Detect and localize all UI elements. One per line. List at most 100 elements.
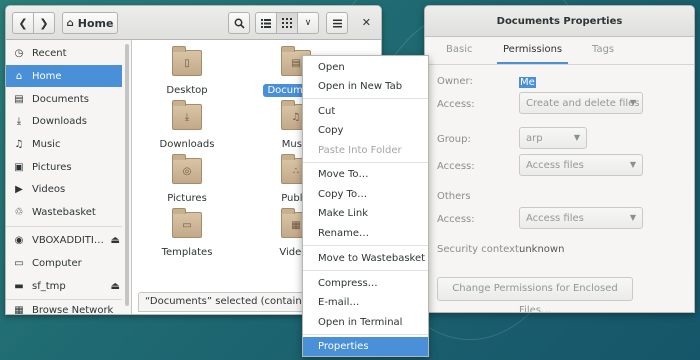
sidebar-item-label: Videos [32, 183, 66, 195]
tab-permissions[interactable]: Permissions [497, 44, 569, 64]
file-label: Desktop [166, 85, 208, 96]
sidebar-item-label: Recent [32, 47, 67, 59]
menu-item-move-to-wastebasket[interactable]: Move to Wastebasket [303, 249, 428, 268]
sidebar-item-label: VBOXADDITI… [32, 234, 104, 246]
list-view-icon [261, 18, 271, 28]
location-label: Home [77, 16, 114, 30]
menu-separator [303, 334, 428, 335]
list-view-button[interactable] [255, 12, 277, 34]
close-icon: ✕ [361, 16, 371, 29]
location-home-button[interactable]: ⌂ Home [62, 12, 118, 34]
close-window-button[interactable]: ✕ [362, 16, 371, 29]
home-icon: ⌂ [66, 17, 74, 29]
sidebar-item-browse-network[interactable]: ▦ Browse Network [6, 299, 122, 315]
folder-templates[interactable]: ▭ Templates [151, 208, 223, 259]
network-icon: ▦ [14, 304, 24, 315]
group-access-combo[interactable]: Access files ▼ [519, 154, 643, 176]
sidebar-item-vboxadditions[interactable]: ◉ VBOXADDITI… ⏏ [6, 229, 122, 251]
others-access-combo[interactable]: Access files ▼ [519, 207, 643, 229]
dropdown-arrow-icon: ▼ [629, 98, 636, 107]
grid-view-button[interactable] [276, 12, 298, 34]
sidebar-item-label: Pictures [32, 161, 72, 173]
folder-pictures[interactable]: ◎ Pictures [151, 154, 223, 205]
sidebar-scrollbar[interactable] [125, 44, 129, 306]
music-icon: ♫ [14, 138, 24, 150]
others-label: Others [437, 191, 471, 202]
folder-desktop[interactable]: ▯ Desktop [151, 46, 223, 97]
eject-icon[interactable]: ⏏ [111, 281, 120, 292]
menu-item-copy-to[interactable]: Copy To… [303, 185, 428, 204]
back-button[interactable]: ❮ [12, 12, 34, 34]
sidebar-item-recent[interactable]: ◷ Recent [6, 42, 122, 64]
tab-tags[interactable]: Tags [592, 44, 614, 64]
sidebar-item-label: Computer [32, 257, 82, 269]
owner-access-combo[interactable]: Create and delete files ▼ [519, 92, 643, 114]
file-label: Downloads [159, 139, 215, 150]
chevron-right-icon: ❯ [39, 16, 49, 30]
group-value: arp [526, 132, 543, 144]
menu-item-compress[interactable]: Compress… [303, 274, 428, 293]
eject-icon[interactable]: ⏏ [111, 235, 120, 246]
menu-item-rename[interactable]: Rename… [303, 224, 428, 243]
sidebar-item-videos[interactable]: ▶ Videos [6, 178, 122, 200]
sidebar-item-pictures[interactable]: ▣ Pictures [6, 156, 122, 178]
chevron-left-icon: ❮ [18, 16, 28, 30]
menu-item-open-in-terminal[interactable]: Open in Terminal [303, 313, 428, 332]
folder-icon: ◎ [172, 154, 202, 184]
search-button[interactable] [228, 12, 250, 34]
sidebar-item-sf-tmp[interactable]: ▬ sf_tmp ⏏ [6, 275, 122, 297]
owner-label: Owner: [437, 76, 473, 87]
menu-button[interactable] [326, 12, 348, 34]
sidebar-item-label: Documents [32, 93, 90, 105]
view-options-button[interactable]: ∨ [297, 12, 319, 34]
file-label: Templates [161, 247, 213, 258]
sidebar-item-label: Home [32, 70, 62, 82]
forward-button[interactable]: ❯ [33, 12, 55, 34]
sidebar-item-music[interactable]: ♫ Music [6, 133, 122, 155]
folder-icon: ▯ [172, 46, 202, 76]
computer-icon: ▭ [14, 257, 24, 269]
dropdown-arrow-icon: ▼ [629, 160, 636, 169]
group-access-value: Access files [526, 159, 584, 171]
menu-separator [303, 162, 428, 163]
folder-downloads[interactable]: ⤓ Downloads [151, 100, 223, 151]
change-enclosed-permissions-button[interactable]: Change Permissions for Enclosed Files… [437, 277, 633, 312]
clock-icon: ◷ [14, 47, 24, 59]
menu-item-copy[interactable]: Copy [303, 121, 428, 140]
home-icon: ⌂ [15, 70, 23, 82]
menu-item-cut[interactable]: Cut [303, 102, 428, 121]
grid-view-icon [282, 18, 292, 28]
tab-basic[interactable]: Basic [446, 44, 472, 64]
owner-value[interactable]: Me [519, 77, 536, 88]
menu-item-open[interactable]: Open [303, 58, 428, 77]
security-context-label: Security context: [437, 244, 523, 255]
header-bar: ❮ ❯ ⌂ Home ∨ ✕ [6, 6, 381, 40]
disc-icon: ◉ [14, 234, 24, 246]
sidebar-item-documents[interactable]: ▤ Documents [6, 88, 122, 110]
menu-item-make-link[interactable]: Make Link [303, 204, 428, 223]
group-label: Group: [437, 134, 471, 145]
menu-separator [303, 245, 428, 246]
hamburger-menu-icon [332, 19, 342, 27]
sidebar-separator [6, 226, 122, 227]
search-icon [234, 18, 245, 29]
owner-access-value: Create and delete files [526, 97, 640, 109]
sidebar-item-label: sf_tmp [32, 280, 66, 292]
camera-icon: ▣ [14, 161, 24, 173]
owner-access-label: Access: [437, 99, 475, 110]
menu-item-properties[interactable]: Properties [303, 337, 428, 356]
menu-item-move-to[interactable]: Move To… [303, 165, 428, 184]
menu-item-paste-into-folder: Paste Into Folder [318, 145, 402, 156]
sidebar-item-downloads[interactable]: ⤓ Downloads [6, 110, 122, 132]
group-combo[interactable]: arp ▼ [519, 127, 587, 149]
download-icon: ⤓ [16, 115, 22, 127]
folder-icon: ⤓ [172, 100, 202, 130]
file-label: Pictures [167, 193, 207, 204]
tab-divider [425, 64, 694, 65]
trash-icon: ♲ [14, 206, 24, 218]
menu-item-email[interactable]: E-mail… [303, 293, 428, 312]
sidebar-item-computer[interactable]: ▭ Computer [6, 252, 122, 274]
sidebar-item-wastebasket[interactable]: ♲ Wastebasket [6, 201, 122, 223]
sidebar-item-home[interactable]: ⌂ Home [6, 65, 122, 87]
menu-item-open-new-tab[interactable]: Open in New Tab [303, 77, 428, 96]
